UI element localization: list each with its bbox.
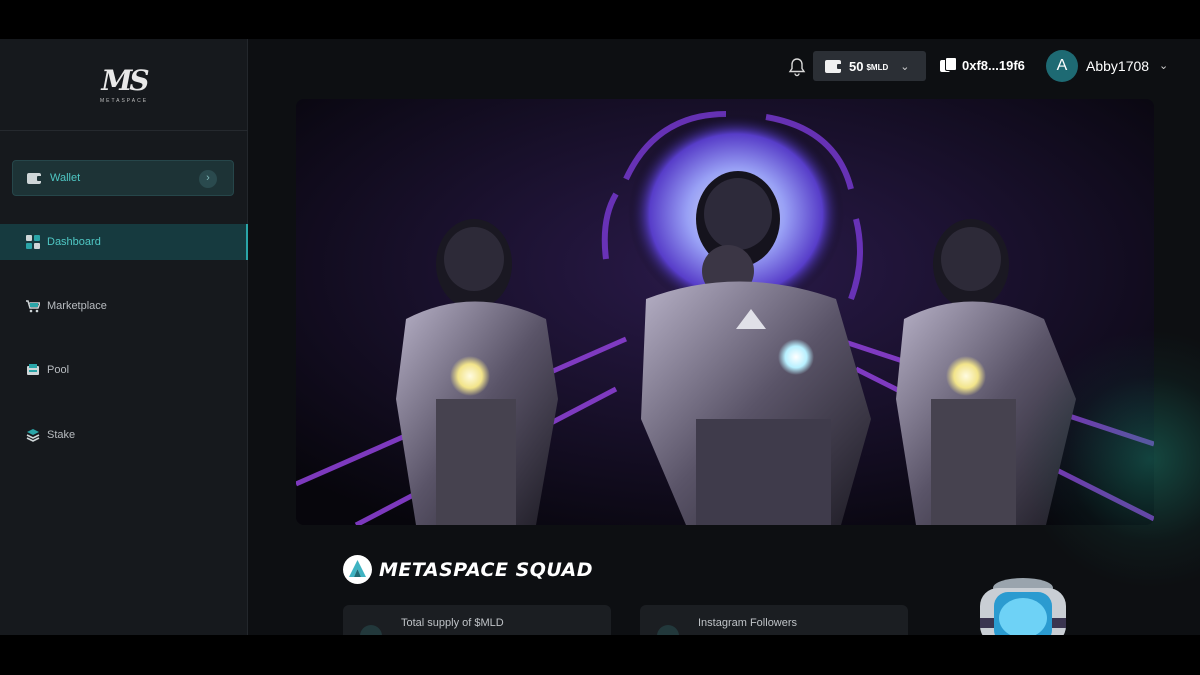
balance-token: $MLD <box>866 62 889 72</box>
app-window: MS METASPACE Wallet › Dashboard Marketpl… <box>0 39 1200 635</box>
robot-mascot-image <box>958 574 1088 635</box>
wallet-button[interactable]: Wallet › <box>12 160 234 196</box>
sidebar-item-pool[interactable]: Pool <box>0 352 248 388</box>
sidebar-item-label: Marketplace <box>47 300 107 312</box>
instagram-icon <box>657 625 679 635</box>
avatar[interactable]: A <box>1046 50 1078 82</box>
username[interactable]: Abby1708 <box>1086 58 1149 74</box>
metaspace-logo[interactable]: MS METASPACE <box>0 39 248 131</box>
sidebar-item-dashboard[interactable]: Dashboard <box>0 224 248 260</box>
balance-amount: 50 <box>849 58 864 74</box>
squad-logo-icon <box>343 555 372 584</box>
logo-mark: MS <box>101 63 149 97</box>
sidebar-item-marketplace[interactable]: Marketplace <box>0 288 248 324</box>
logo-subtitle: METASPACE <box>99 97 149 104</box>
token-balance-dropdown[interactable]: 50 $MLD ⌄ <box>813 51 926 81</box>
sidebar: MS METASPACE Wallet › Dashboard Marketpl… <box>0 39 248 635</box>
stat-label: Instagram Followers <box>698 617 798 629</box>
sidebar-item-label: Stake <box>47 429 76 441</box>
chevron-right-icon: › <box>199 170 217 188</box>
sidebar-item-label: Pool <box>47 364 70 376</box>
bell-icon[interactable] <box>788 57 806 77</box>
wallet-icon <box>27 172 42 184</box>
copy-icon[interactable] <box>940 57 957 73</box>
chevron-down-icon: ⌄ <box>900 60 910 73</box>
sidebar-item-stake[interactable]: Stake <box>0 417 248 453</box>
wallet-label: Wallet <box>50 172 81 184</box>
squad-title: METASPACE SQUAD <box>379 558 593 581</box>
sidebar-item-label: Dashboard <box>47 236 101 248</box>
stat-label: Total supply of $MLD <box>401 617 504 629</box>
grid-icon <box>26 235 40 249</box>
stat-card-total-supply: Total supply of $MLD <box>343 605 611 635</box>
squad-heading: METASPACE SQUAD <box>343 555 593 584</box>
wallet-address[interactable]: 0xf8...19f6 <box>940 57 1025 73</box>
token-icon <box>360 625 382 635</box>
pool-icon <box>26 363 40 377</box>
wallet-icon <box>825 59 842 73</box>
address-text: 0xf8...19f6 <box>962 57 1025 73</box>
stack-icon <box>26 428 40 442</box>
stat-card-instagram: Instagram Followers <box>640 605 908 635</box>
chevron-down-icon[interactable]: ⌄ <box>1159 59 1168 72</box>
cart-icon <box>26 299 42 313</box>
